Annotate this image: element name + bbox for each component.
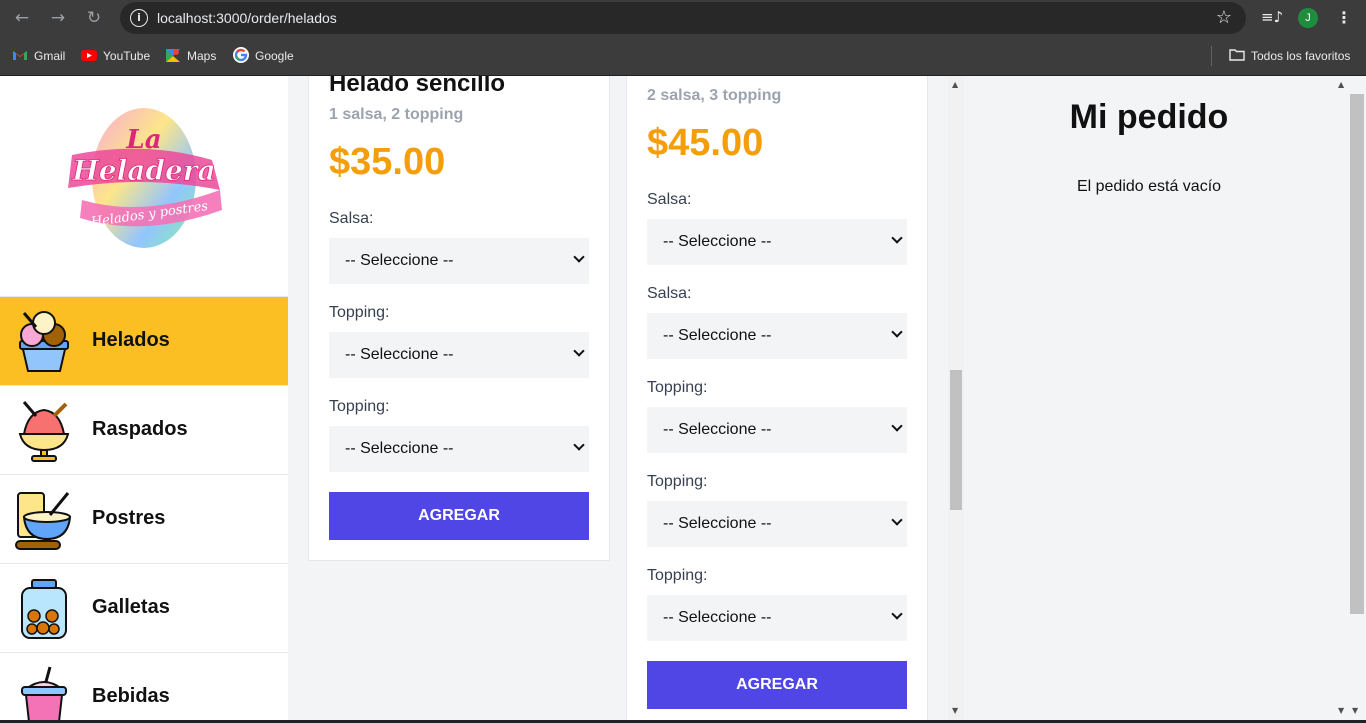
scroll-down-arrow[interactable]: ▼ — [1338, 706, 1344, 715]
product-name: Helado sencillo — [329, 76, 506, 97]
bookmark-star-icon[interactable]: ☆ — [1216, 7, 1232, 28]
product-description: 1 salsa, 2 topping — [329, 106, 464, 123]
chevron-down-icon — [573, 345, 585, 357]
chevron-down-icon — [891, 232, 903, 244]
address-bar[interactable]: i localhost:3000/order/helados ☆ — [120, 2, 1246, 34]
scroll-down-arrow[interactable]: ▼ — [1352, 706, 1358, 715]
browser-window: ← → ↻ i localhost:3000/order/helados ☆ ≡… — [0, 0, 1366, 723]
bookmark-label: YouTube — [103, 49, 151, 63]
bookmark-gmail[interactable]: Gmail — [12, 47, 65, 65]
add-button[interactable]: AGREGAR — [647, 661, 907, 709]
bookmark-label: Gmail — [34, 49, 66, 63]
add-button[interactable]: AGREGAR — [329, 492, 589, 540]
salsa-select[interactable]: -- Seleccione -- — [647, 219, 907, 265]
chevron-down-icon — [891, 326, 903, 338]
field-label-salsa: Salsa: — [647, 191, 692, 208]
browser-toolbar: ← → ↻ i localhost:3000/order/helados ☆ ≡… — [0, 0, 1366, 36]
google-icon — [233, 47, 249, 63]
product-description: 2 salsa, 3 topping — [647, 87, 782, 104]
app-page: La Heladera Helados y postres Helados Ra… — [0, 76, 1366, 720]
category-bebidas[interactable]: Bebidas — [0, 652, 288, 720]
url-text[interactable]: localhost:3000/order/helados — [157, 10, 337, 26]
field-label-topping: Topping: — [329, 398, 390, 415]
forward-icon[interactable]: → — [48, 8, 68, 28]
gmail-icon — [13, 51, 27, 60]
order-title: Mi pedido — [1069, 98, 1229, 136]
logo-title: La — [125, 125, 161, 155]
category-label: Helados — [92, 329, 170, 351]
back-icon[interactable]: ← — [12, 8, 32, 28]
chevron-down-icon — [891, 514, 903, 526]
drink-icon — [21, 666, 67, 720]
site-info-icon[interactable]: i — [130, 9, 148, 27]
salsa-select[interactable]: -- Seleccione -- — [329, 238, 589, 284]
topping-select[interactable]: -- Seleccione -- — [329, 426, 589, 472]
topping-select[interactable]: -- Seleccione -- — [647, 407, 907, 453]
media-control-icon[interactable]: ≡♪ — [1261, 8, 1283, 26]
maps-icon — [166, 49, 180, 62]
category-raspados[interactable]: Raspados — [0, 385, 288, 474]
chevron-down-icon — [573, 251, 585, 263]
category-label: Galletas — [92, 596, 170, 618]
product-price: $45.00 — [647, 122, 764, 164]
field-label-topping: Topping: — [647, 567, 708, 584]
svg-text:Heladera: Heladera — [71, 154, 215, 187]
ice-cream-icon — [19, 311, 69, 372]
product-price: $35.00 — [329, 141, 446, 183]
bookmarks-bar: Gmail YouTube Maps Google Todos los favo… — [0, 36, 1366, 76]
la-heladera-logo: La Heladera Helados y postres — [68, 108, 222, 248]
order-empty-message: El pedido está vacío — [1076, 178, 1222, 195]
topping-select[interactable]: -- Seleccione -- — [329, 332, 589, 378]
category-label: Bebidas — [92, 685, 170, 707]
product-card-helado-sencillo: Helado sencillo 1 salsa, 2 topping $35.0… — [308, 76, 610, 561]
bookmark-maps[interactable]: Maps — [165, 47, 216, 65]
cookie-jar-icon — [21, 579, 67, 639]
folder-icon — [1229, 49, 1245, 61]
topping-select[interactable]: -- Seleccione -- — [647, 595, 907, 641]
products-scrollbar[interactable]: ▲ ▼ — [948, 76, 964, 720]
salsa-select[interactable]: -- Seleccione -- — [647, 313, 907, 359]
chevron-down-icon — [573, 439, 585, 451]
shaved-ice-icon — [18, 401, 70, 462]
reload-icon[interactable]: ↻ — [84, 8, 104, 28]
bookmark-youtube[interactable]: YouTube — [81, 47, 150, 65]
bookmarks-divider — [1211, 46, 1212, 66]
order-panel: Mi pedido El pedido está vacío — [964, 76, 1334, 720]
profile-avatar[interactable]: J — [1298, 8, 1318, 28]
all-bookmarks-label: Todos los favoritos — [1251, 49, 1351, 63]
youtube-icon — [81, 50, 97, 61]
chevron-down-icon — [891, 608, 903, 620]
topping-select[interactable]: -- Seleccione -- — [647, 501, 907, 547]
field-label-topping: Topping: — [329, 304, 390, 321]
sidebar: La Heladera Helados y postres Helados Ra… — [0, 76, 288, 720]
category-label: Postres — [92, 507, 166, 529]
dessert-icon — [15, 492, 72, 550]
bookmark-google[interactable]: Google — [233, 47, 294, 65]
page-scrollbar[interactable]: ▲ ▼ ▼ — [1334, 76, 1366, 720]
category-helados[interactable]: Helados — [0, 296, 288, 385]
product-card-2: 2 salsa, 3 topping $45.00 Salsa: -- Sele… — [626, 76, 928, 720]
scroll-thumb[interactable] — [950, 370, 962, 510]
bookmark-label: Maps — [187, 49, 217, 63]
field-label-salsa: Salsa: — [329, 210, 374, 227]
scroll-down-arrow[interactable]: ▼ — [952, 706, 958, 715]
chevron-down-icon — [891, 420, 903, 432]
category-label: Raspados — [92, 418, 188, 440]
scroll-up-arrow[interactable]: ▲ — [952, 80, 958, 89]
browser-menu-icon[interactable]: ⋮ — [1336, 8, 1352, 27]
field-label-topping: Topping: — [647, 473, 708, 490]
scroll-thumb[interactable] — [1350, 94, 1364, 614]
bookmark-label: Google — [255, 49, 294, 63]
field-label-salsa: Salsa: — [647, 285, 692, 302]
all-bookmarks-folder[interactable]: Todos los favoritos — [1229, 47, 1350, 65]
category-postres[interactable]: Postres — [0, 474, 288, 563]
category-galletas[interactable]: Galletas — [0, 563, 288, 652]
scroll-up-arrow[interactable]: ▲ — [1338, 80, 1344, 89]
field-label-topping: Topping: — [647, 379, 708, 396]
